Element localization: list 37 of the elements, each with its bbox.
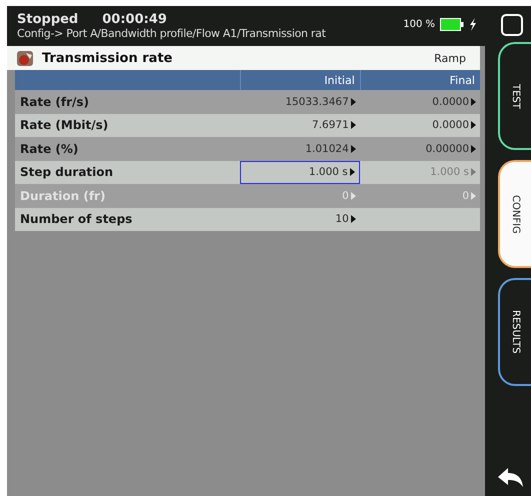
caret-icon — [471, 121, 476, 130]
caret-icon — [470, 168, 476, 176]
square-icon[interactable] — [501, 14, 523, 36]
row-label: Rate (fr/s) — [19, 94, 90, 111]
caret-icon — [471, 144, 476, 153]
mode-label: Ramp — [434, 52, 466, 64]
value-field[interactable]: 1.01024 — [240, 137, 360, 160]
value-field[interactable]: 10 — [240, 208, 360, 231]
battery-icon — [440, 18, 464, 30]
elapsed-time: 00:00:49 — [102, 12, 167, 27]
caret-icon — [350, 98, 356, 106]
breadcrumb: Config-> Port A/Bandwidth profile/Flow A1/Transmission rat — [17, 27, 326, 40]
caret-icon — [350, 168, 355, 176]
value-field[interactable]: 1.000 s — [240, 160, 360, 184]
side-tab[interactable]: RESULTS — [498, 278, 531, 386]
side-tab[interactable]: CONFIG — [498, 160, 531, 268]
value-field[interactable]: 0.00000 — [360, 137, 480, 160]
row-label: Duration (fr) — [19, 188, 106, 205]
caret-icon — [471, 98, 476, 106]
caret-icon — [350, 192, 356, 200]
caret-icon — [350, 215, 356, 224]
value-field[interactable]: 0.0000 — [360, 114, 480, 137]
caret-icon — [350, 144, 356, 153]
side-tab[interactable]: TEST — [498, 42, 531, 150]
value-field[interactable]: 0.0000 — [360, 90, 480, 114]
row-label: Number of steps — [19, 211, 134, 228]
row-label: Step duration — [19, 164, 114, 182]
back-icon[interactable] — [498, 468, 524, 488]
battery-level: 100 % — [403, 18, 435, 30]
row-label: Rate (%) — [19, 140, 80, 158]
caret-icon — [471, 192, 476, 200]
value-field[interactable]: 7.6971 — [240, 114, 360, 137]
test-status: Stopped — [17, 12, 78, 27]
row-label: Rate (Mbit/s) — [19, 117, 110, 134]
value-field[interactable]: 15033.3467 — [240, 90, 360, 114]
caret-icon — [350, 121, 356, 130]
panel-title: Transmission rate — [42, 50, 172, 66]
